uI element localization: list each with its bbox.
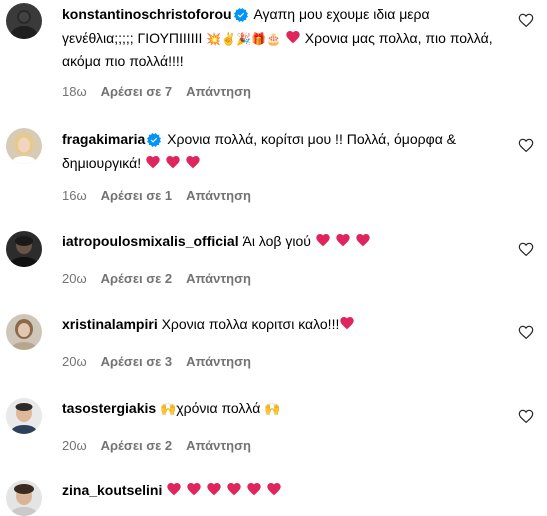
heart-emoji-icon [339, 315, 355, 337]
comment-time: 20ω [62, 438, 87, 453]
heart-outline-icon [518, 137, 534, 153]
comment-text: χρόνια πολλά [176, 400, 261, 416]
emoji-group: 💥✌️🎉🎁🎂 [206, 32, 281, 46]
heart-emoji-icon [335, 232, 351, 254]
comment-text: Χρονια πολλα κοριτσι καλο!!! [161, 316, 340, 332]
heart-emoji-icon [206, 481, 222, 503]
heart-outline-icon [518, 12, 534, 28]
heart-emoji-icon [285, 29, 301, 51]
avatar[interactable] [6, 398, 42, 434]
heart-emoji-icon [315, 232, 331, 254]
comment-time: 20ω [62, 354, 87, 369]
likes-count[interactable]: Αρέσει σε 3 [101, 354, 173, 369]
avatar[interactable] [6, 231, 42, 267]
like-button[interactable] [518, 12, 534, 28]
verified-badge-icon [147, 132, 161, 153]
comment-time: 16ω [62, 188, 87, 203]
username[interactable]: fragakimaria [62, 131, 145, 147]
heart-emoji-icon [165, 154, 181, 176]
username[interactable]: xristinalampiri [62, 316, 158, 332]
like-button[interactable] [518, 408, 534, 424]
like-button[interactable] [518, 241, 534, 257]
username[interactable]: tasostergiakis [62, 400, 156, 416]
heart-emoji-icon [166, 481, 182, 503]
heart-emoji-icon [145, 154, 161, 176]
reply-button[interactable]: Απάντηση [186, 188, 251, 203]
heart-emoji-icon [185, 154, 201, 176]
heart-outline-icon [518, 324, 534, 340]
comment-time: 18ω [62, 84, 87, 99]
heart-emoji-icon [266, 481, 282, 503]
reply-button[interactable]: Απάντηση [186, 84, 251, 99]
username[interactable]: zina_koutselini [62, 482, 162, 498]
heart-emoji-icon [226, 481, 242, 503]
username[interactable]: konstantinoschristoforou [62, 6, 232, 22]
reply-button[interactable]: Απάντηση [186, 438, 251, 453]
raised-hands-emoji-icon: 🙌 [160, 401, 177, 416]
likes-count[interactable]: Αρέσει σε 2 [101, 438, 173, 453]
heart-emoji-icon [186, 481, 202, 503]
verified-badge-icon [234, 7, 248, 28]
like-button[interactable] [518, 324, 534, 340]
reply-button[interactable]: Απάντηση [186, 271, 251, 286]
heart-emoji-icon [246, 481, 262, 503]
likes-count[interactable]: Αρέσει σε 7 [101, 84, 173, 99]
avatar[interactable] [6, 3, 42, 39]
heart-outline-icon [518, 408, 534, 424]
raised-hands-emoji-icon: 🙌 [264, 401, 281, 416]
comment-text: Άι λοβ γιού [242, 233, 311, 249]
avatar[interactable] [6, 480, 42, 516]
heart-emoji-icon [355, 232, 371, 254]
likes-count[interactable]: Αρέσει σε 1 [101, 188, 173, 203]
avatar[interactable] [6, 314, 42, 350]
username[interactable]: iatropoulosmixalis_official [62, 233, 239, 249]
comment-time: 20ω [62, 271, 87, 286]
likes-count[interactable]: Αρέσει σε 2 [101, 271, 173, 286]
heart-outline-icon [518, 241, 534, 257]
like-button[interactable] [518, 137, 534, 153]
avatar[interactable] [6, 128, 42, 164]
reply-button[interactable]: Απάντηση [186, 354, 251, 369]
